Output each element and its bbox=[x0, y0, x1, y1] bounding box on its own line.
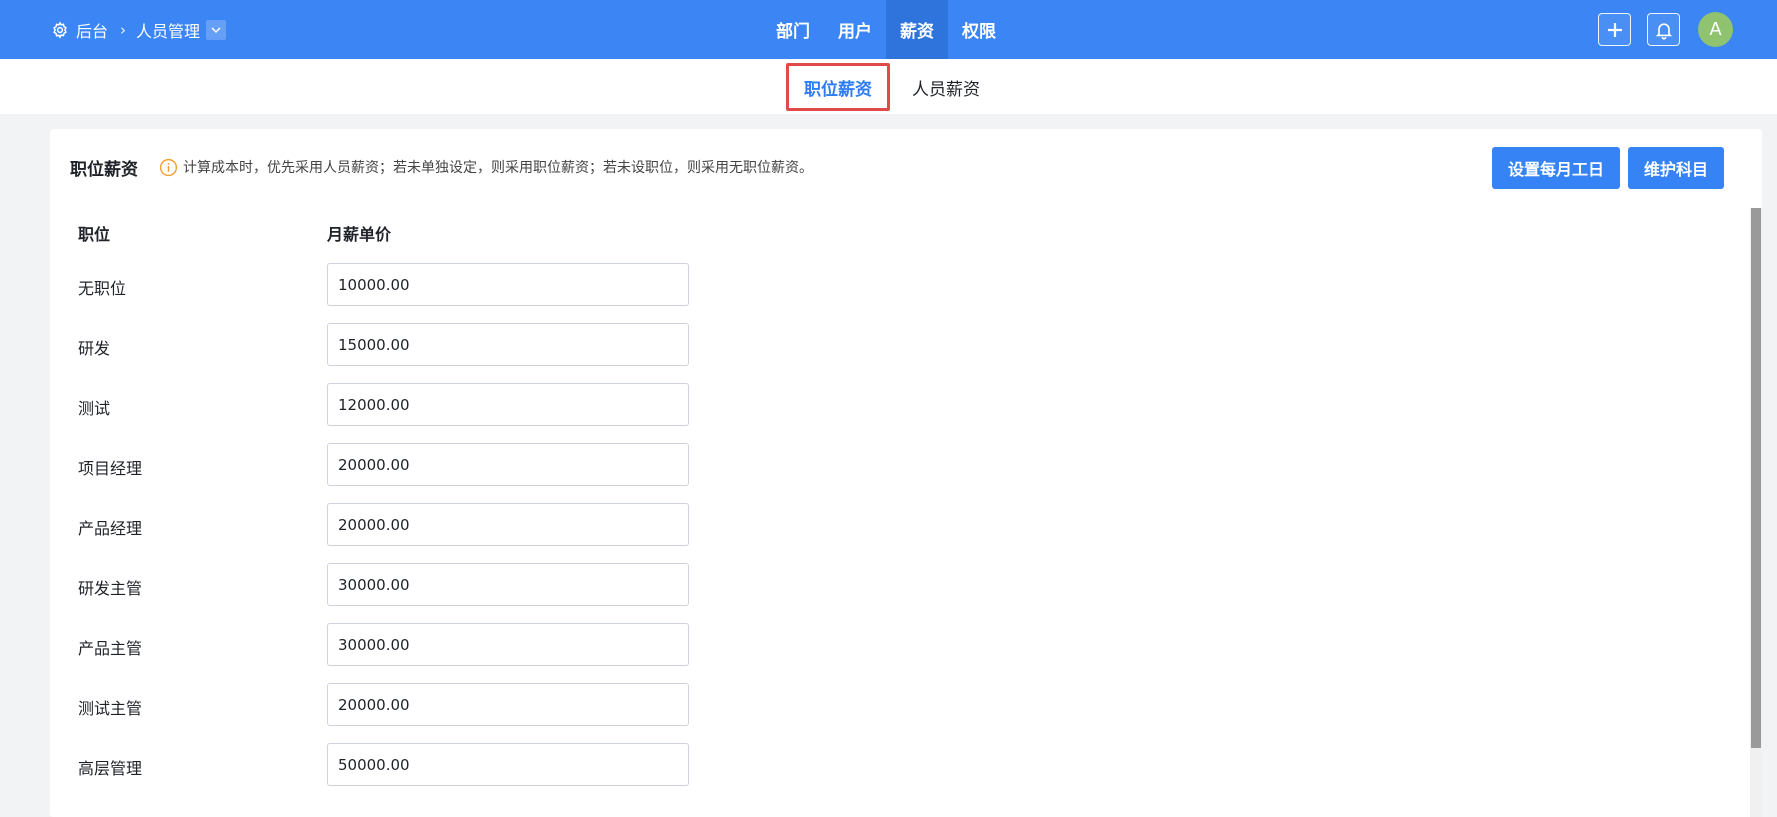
add-button[interactable] bbox=[1598, 13, 1631, 46]
main-nav: 部门 用户 薪资 权限 bbox=[762, 0, 1010, 59]
position-label: 项目经理 bbox=[78, 459, 143, 478]
salary-input[interactable] bbox=[327, 743, 689, 786]
tab-staff-salary[interactable]: 人员薪资 bbox=[900, 63, 992, 111]
salary-input[interactable] bbox=[327, 383, 689, 426]
salary-card: 职位薪资 计算成本时，优先采用人员薪资；若未单独设定，则采用职位薪资；若未设职位… bbox=[50, 129, 1762, 817]
table-row: 研发主管 bbox=[50, 563, 770, 606]
header-actions: A bbox=[1598, 0, 1733, 59]
position-label: 测试 bbox=[78, 399, 111, 418]
salary-input[interactable] bbox=[327, 263, 689, 306]
breadcrumb-current[interactable]: 人员管理 bbox=[136, 18, 200, 42]
table-row: 测试主管 bbox=[50, 683, 770, 726]
salary-input[interactable] bbox=[327, 443, 689, 486]
column-header-monthly-salary: 月薪单价 bbox=[327, 225, 392, 244]
avatar[interactable]: A bbox=[1698, 12, 1733, 47]
nav-permissions[interactable]: 权限 bbox=[948, 0, 1010, 59]
table-row: 研发 bbox=[50, 323, 770, 366]
salary-input[interactable] bbox=[327, 323, 689, 366]
scrollbar-thumb[interactable] bbox=[1751, 208, 1761, 748]
table-row: 无职位 bbox=[50, 263, 770, 306]
table-row: 高层管理 bbox=[50, 743, 770, 786]
column-header-position: 职位 bbox=[78, 225, 111, 244]
set-workdays-button[interactable]: 设置每月工日 bbox=[1491, 147, 1620, 189]
tip: 计算成本时，优先采用人员薪资；若未单独设定，则采用职位薪资；若未设职位，则采用无… bbox=[159, 157, 813, 177]
plus-icon bbox=[1607, 22, 1622, 37]
salary-input[interactable] bbox=[327, 623, 689, 666]
card-actions: 设置每月工日 维护科目 bbox=[1484, 147, 1724, 189]
position-label: 研发 bbox=[78, 339, 111, 358]
salary-input[interactable] bbox=[327, 683, 689, 726]
top-header: 后台 › 人员管理 部门 用户 薪资 权限 A bbox=[0, 0, 1777, 59]
position-label: 产品主管 bbox=[78, 639, 143, 658]
nav-users[interactable]: 用户 bbox=[824, 0, 886, 59]
tab-position-salary[interactable]: 职位薪资 bbox=[786, 63, 890, 111]
salary-input[interactable] bbox=[327, 503, 689, 546]
position-label: 高层管理 bbox=[78, 759, 143, 778]
info-icon bbox=[159, 158, 178, 177]
table-row: 测试 bbox=[50, 383, 770, 426]
table-row: 项目经理 bbox=[50, 443, 770, 486]
maintain-subjects-button[interactable]: 维护科目 bbox=[1627, 147, 1724, 189]
scrollbar[interactable] bbox=[1750, 208, 1762, 817]
bell-icon bbox=[1655, 22, 1672, 40]
nav-departments[interactable]: 部门 bbox=[762, 0, 824, 59]
chevron-down-icon[interactable] bbox=[206, 19, 227, 40]
card-title: 职位薪资 bbox=[70, 160, 138, 180]
breadcrumb-root[interactable]: 后台 bbox=[76, 18, 108, 42]
tip-text: 计算成本时，优先采用人员薪资；若未单独设定，则采用职位薪资；若未设职位，则采用无… bbox=[183, 160, 813, 176]
position-label: 产品经理 bbox=[78, 519, 143, 538]
position-label: 研发主管 bbox=[78, 579, 143, 598]
breadcrumb: 后台 › 人员管理 bbox=[51, 0, 227, 59]
position-label: 无职位 bbox=[78, 279, 127, 298]
notifications-button[interactable] bbox=[1647, 13, 1680, 46]
nav-salary[interactable]: 薪资 bbox=[886, 0, 948, 59]
table-row: 产品经理 bbox=[50, 503, 770, 546]
position-label: 测试主管 bbox=[78, 699, 143, 718]
table-row: 产品主管 bbox=[50, 623, 770, 666]
gear-icon[interactable] bbox=[51, 20, 69, 39]
salary-input[interactable] bbox=[327, 563, 689, 606]
sub-tab-bar: 职位薪资 人员薪资 bbox=[0, 59, 1777, 114]
breadcrumb-separator-icon: › bbox=[120, 20, 127, 39]
